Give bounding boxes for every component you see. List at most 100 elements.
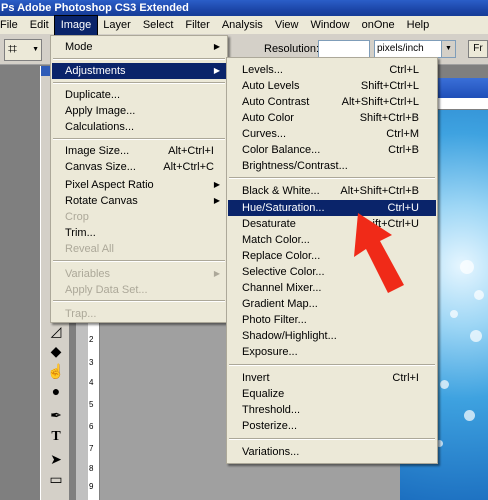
menu-item-label: Trim... [65,227,96,239]
menu-item-apply-data-set: Apply Data Set... [52,282,226,298]
menu-item-label: Canvas Size... [65,161,136,173]
menu-item-label: Adjustments [65,65,126,77]
menu-item-calculations[interactable]: Calculations... [52,119,226,135]
menu-separator [229,177,435,179]
menu-item-photo-filter[interactable]: Photo Filter... [228,312,436,328]
menu-item-black-white[interactable]: Black & White... Alt+Shift+Ctrl+B [228,183,436,199]
menu-item-equalize[interactable]: Equalize [228,386,436,402]
menu-item-curves[interactable]: Curves... Ctrl+M [228,126,436,142]
menu-item-rotate-canvas[interactable]: Rotate Canvas ▶ [52,193,226,209]
menu-item-label: Auto Color [242,112,294,124]
path-select-icon[interactable]: ➤ [45,450,67,468]
submenu-arrow-icon: ▶ [213,66,220,75]
menu-item-shortcut: Shift+Ctrl+B [359,112,419,124]
menu-layer[interactable]: Layer [97,16,137,35]
type-icon[interactable]: T [45,428,67,446]
shape-icon[interactable]: ▭ [45,470,67,488]
menu-item-invert[interactable]: Invert Ctrl+I [228,370,436,386]
menu-item-auto-levels[interactable]: Auto Levels Shift+Ctrl+L [228,78,436,94]
tool-preset-picker[interactable]: ⌗ ▼ [4,39,42,61]
menu-item-label: Image Size... [65,145,130,157]
menu-item-shortcut: Alt+Shift+Ctrl+B [340,185,419,197]
bubble [450,310,458,318]
menu-help[interactable]: Help [401,16,436,35]
menu-item-variations[interactable]: Variations... [228,444,436,460]
menu-item-label: Match Color... [242,234,310,246]
menu-item-brightness-contrast[interactable]: Brightness/Contrast... [228,158,436,174]
menu-item-auto-color[interactable]: Auto Color Shift+Ctrl+B [228,110,436,126]
ruler-tick: 6 [89,422,94,431]
menu-item-duplicate[interactable]: Duplicate... [52,87,226,103]
menu-item-trap: Trap... [52,306,226,322]
menu-item-shortcut: Ctrl+I [392,372,419,384]
menu-item-trim[interactable]: Trim... [52,225,226,241]
menu-select[interactable]: Select [137,16,180,35]
menu-item-shortcut: Ctrl+B [388,144,419,156]
menu-item-label: Equalize [242,388,285,400]
menu-separator [229,364,435,366]
menu-item-image-size[interactable]: Image Size... Alt+Ctrl+I [52,143,226,159]
menu-analysis[interactable]: Analysis [216,16,269,35]
menu-edit[interactable]: Edit [24,16,55,35]
smudge-icon[interactable]: ☝ [45,362,67,380]
menu-item-apply-image[interactable]: Apply Image... [52,103,226,119]
menu-onone[interactable]: onOne [356,16,401,35]
chevron-down-icon: ▼ [32,46,39,53]
menu-item-label: Gradient Map... [242,298,318,310]
resolution-label: Resolution: [264,43,320,55]
menu-item-label: Invert [242,372,270,384]
menu-separator [53,82,225,84]
app-title: Ps Adobe Photoshop CS3 Extended [1,2,189,14]
units-select[interactable]: pixels/inch ▼ [374,40,456,58]
front-image-button[interactable]: Fr [468,40,488,58]
menu-item-label: Brightness/Contrast... [242,160,348,172]
menu-item-levels[interactable]: Levels... Ctrl+L [228,62,436,78]
menu-item-label: Variations... [242,446,300,458]
menu-item-label: Black & White... [242,185,320,197]
ruler-tick: 2 [89,335,94,344]
menu-separator [229,438,435,440]
menu-item-canvas-size[interactable]: Canvas Size... Alt+Ctrl+C [52,159,226,175]
menu-window[interactable]: Window [304,16,355,35]
ruler-tick: 7 [89,444,94,453]
menu-item-label: Hue/Saturation... [242,202,325,214]
menu-item-label: Photo Filter... [242,314,307,326]
menu-file[interactable]: File [0,16,24,35]
menu-filter[interactable]: Filter [179,16,215,35]
ruler-tick: 8 [89,464,94,473]
bubble [460,260,474,274]
resolution-input[interactable] [318,40,370,58]
menu-image[interactable]: Image [53,14,99,36]
menu-separator [53,58,225,60]
menu-item-posterize[interactable]: Posterize... [228,418,436,434]
red-arrow-shape [354,213,404,293]
menu-item-auto-contrast[interactable]: Auto Contrast Alt+Shift+Ctrl+L [228,94,436,110]
menu-item-mode[interactable]: Mode ▶ [52,39,226,55]
menu-bar: File Edit Image Layer Select Filter Anal… [0,14,488,36]
paint-bucket-icon[interactable]: ◆ [45,342,67,360]
menu-item-adjustments[interactable]: Adjustments ▶ [52,63,226,79]
burn-icon[interactable]: ● [45,382,67,400]
menu-item-label: Apply Image... [65,105,136,117]
menu-view[interactable]: View [269,16,305,35]
chevron-down-icon: ▼ [441,41,455,57]
menu-item-label: Exposure... [242,346,298,358]
menu-item-color-balance[interactable]: Color Balance... Ctrl+B [228,142,436,158]
menu-item-variables: Variables ▶ [52,266,226,282]
eraser-icon[interactable]: ◿ [45,322,67,340]
menu-item-shadow-highlight[interactable]: Shadow/Highlight... [228,328,436,344]
menu-item-exposure[interactable]: Exposure... [228,344,436,360]
bubble [474,290,484,300]
menu-item-pixel-aspect-ratio[interactable]: Pixel Aspect Ratio ▶ [52,177,226,193]
pen-icon[interactable]: ✒ [45,406,67,424]
menu-item-label: Duplicate... [65,89,121,101]
menu-item-label: Replace Color... [242,250,321,262]
menu-separator [53,138,225,140]
menu-item-label: Color Balance... [242,144,321,156]
menu-item-label: Variables [65,268,111,280]
submenu-arrow-icon: ▶ [213,196,220,205]
menu-item-crop: Crop [52,209,226,225]
menu-item-threshold[interactable]: Threshold... [228,402,436,418]
app-titlebar: Ps Adobe Photoshop CS3 Extended [0,0,488,16]
menu-item-shortcut: Ctrl+L [389,64,419,76]
